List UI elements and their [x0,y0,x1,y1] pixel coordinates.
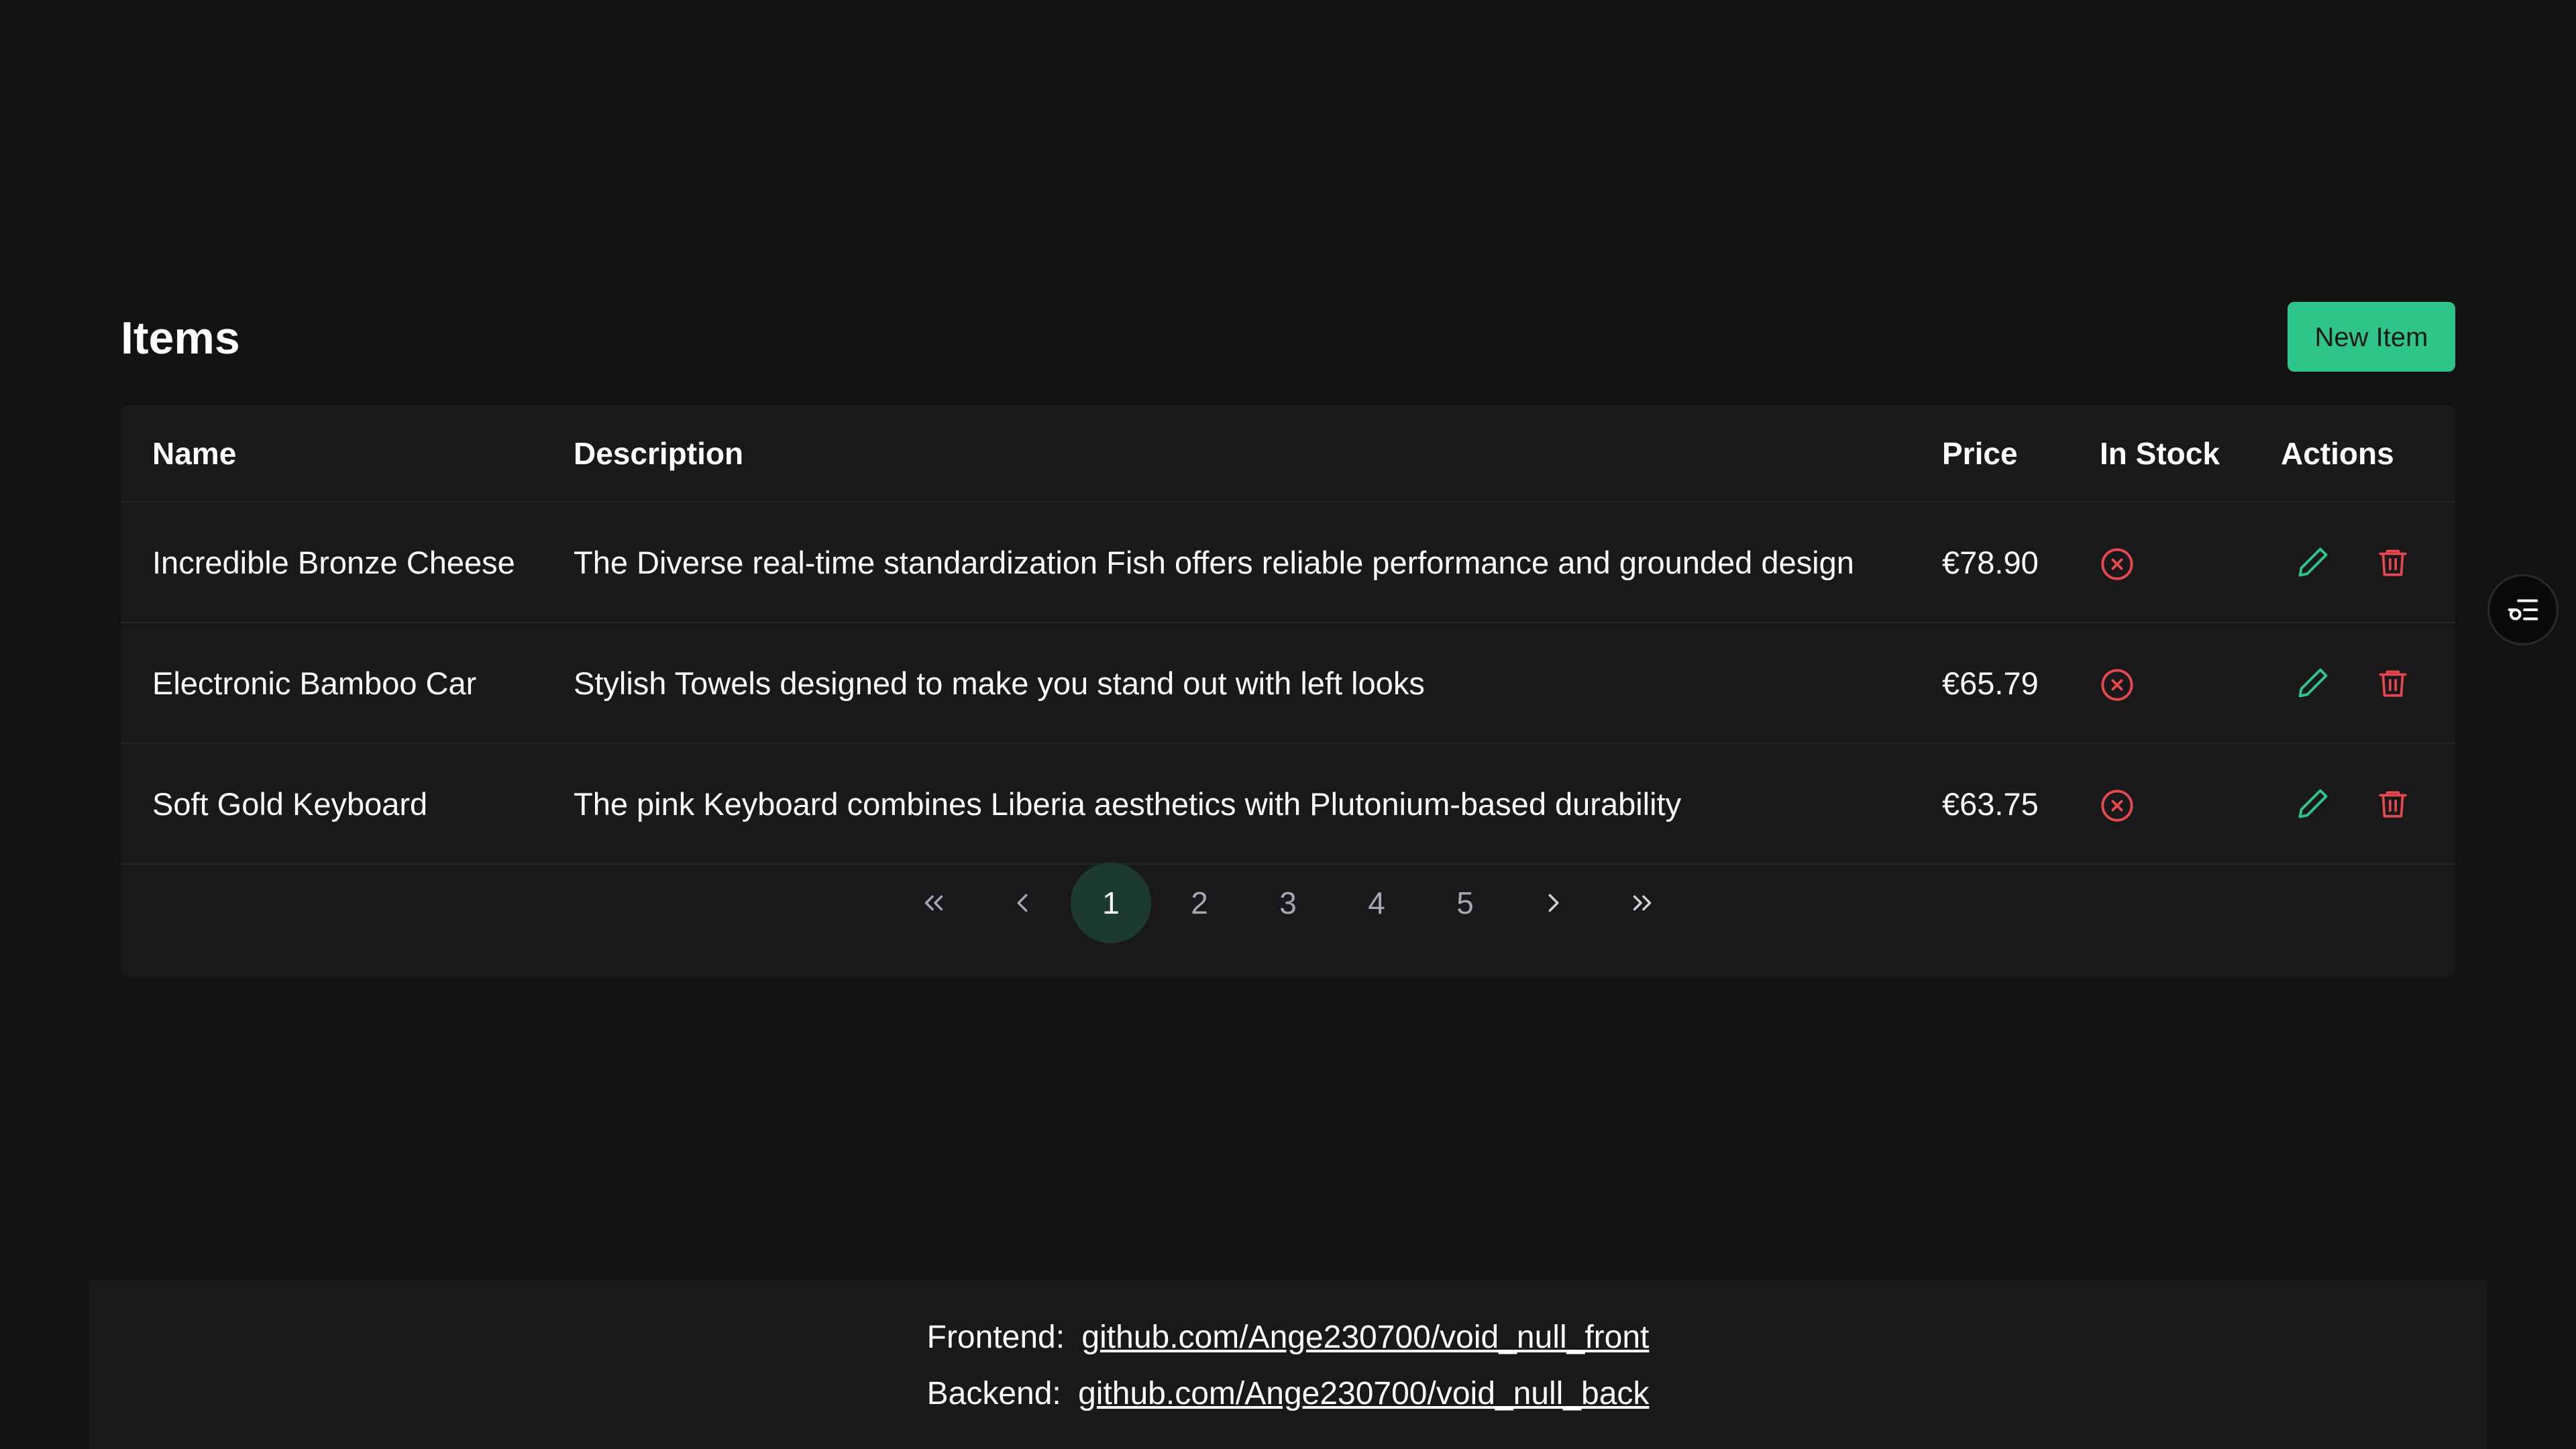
item-description: The Diverse real-time standardization Fi… [574,544,1854,580]
backend-repo-link[interactable]: github.com/Ange230700/void_null_back [1078,1376,1649,1411]
table-row: Electronic Bamboo Car Stylish Towels des… [121,623,2455,743]
page-button-1[interactable]: 1 [1071,863,1151,943]
page-button-4[interactable]: 4 [1336,863,1417,943]
first-page-button[interactable] [894,863,974,943]
footer-frontend-line: Frontend: github.com/Ange230700/void_nul… [89,1318,2487,1358]
prev-page-button[interactable] [982,863,1063,943]
x-circle-icon [2100,667,2135,702]
item-price: €78.90 [1942,544,2039,580]
trash-icon[interactable] [2376,545,2410,580]
chevrons-left-icon [918,888,949,918]
chevron-right-icon [1538,888,1569,918]
item-price: €65.79 [1942,665,2039,701]
settings-list-icon [2505,592,2541,628]
pagination: 1 2 3 4 5 [121,863,2455,943]
item-price: €63.75 [1942,786,2039,822]
column-header-actions: Actions [2281,405,2455,502]
item-stock-cell [2100,623,2281,743]
footer-backend-label: Backend: [926,1376,1061,1411]
x-circle-icon [2100,547,2135,582]
item-stock-cell [2100,743,2281,864]
floating-settings-button[interactable] [2487,574,2559,645]
column-header-name: Name [121,405,574,502]
last-page-button[interactable] [1602,863,1682,943]
item-description: The pink Keyboard combines Liberia aesth… [574,786,1682,822]
page: Items New Item Name Description Price In… [0,0,2576,1449]
pencil-icon[interactable] [2296,665,2330,700]
column-header-price: Price [1942,405,2100,502]
item-name: Soft Gold Keyboard [152,786,428,822]
page-button-2[interactable]: 2 [1159,863,1240,943]
page-button-5[interactable]: 5 [1425,863,1505,943]
item-actions-cell [2281,743,2455,864]
items-table: Name Description Price In Stock Actions … [121,405,2455,865]
item-name: Incredible Bronze Cheese [152,544,515,580]
chevron-left-icon [1007,888,1038,918]
footer-backend-line: Backend: github.com/Ange230700/void_null… [89,1374,2487,1414]
item-actions-cell [2281,623,2455,743]
item-actions-cell [2281,502,2455,623]
table-row: Soft Gold Keyboard The pink Keyboard com… [121,743,2455,864]
chevrons-right-icon [1627,888,1658,918]
table-body: Incredible Bronze Cheese The Diverse rea… [121,502,2455,864]
column-header-in-stock: In Stock [2100,405,2281,502]
items-table-card: Name Description Price In Stock Actions … [121,405,2455,977]
table-header-row: Name Description Price In Stock Actions [121,405,2455,502]
item-description: Stylish Towels designed to make you stan… [574,665,1425,701]
footer-frontend-label: Frontend: [926,1320,1065,1355]
page-button-3[interactable]: 3 [1248,863,1328,943]
pencil-icon[interactable] [2296,786,2330,821]
trash-icon[interactable] [2376,786,2410,821]
item-stock-cell [2100,502,2281,623]
frontend-repo-link[interactable]: github.com/Ange230700/void_null_front [1081,1320,1649,1355]
page-title: Items [121,313,240,364]
item-name: Electronic Bamboo Car [152,665,477,701]
trash-icon[interactable] [2376,665,2410,700]
page-header: Items New Item [121,302,2455,372]
footer: Frontend: github.com/Ange230700/void_nul… [89,1280,2487,1449]
pencil-icon[interactable] [2296,545,2330,580]
table-row: Incredible Bronze Cheese The Diverse rea… [121,502,2455,623]
next-page-button[interactable] [1513,863,1594,943]
new-item-button[interactable]: New Item [2288,302,2455,372]
column-header-description: Description [574,405,1942,502]
table-header: Name Description Price In Stock Actions [121,405,2455,502]
x-circle-icon [2100,788,2135,823]
